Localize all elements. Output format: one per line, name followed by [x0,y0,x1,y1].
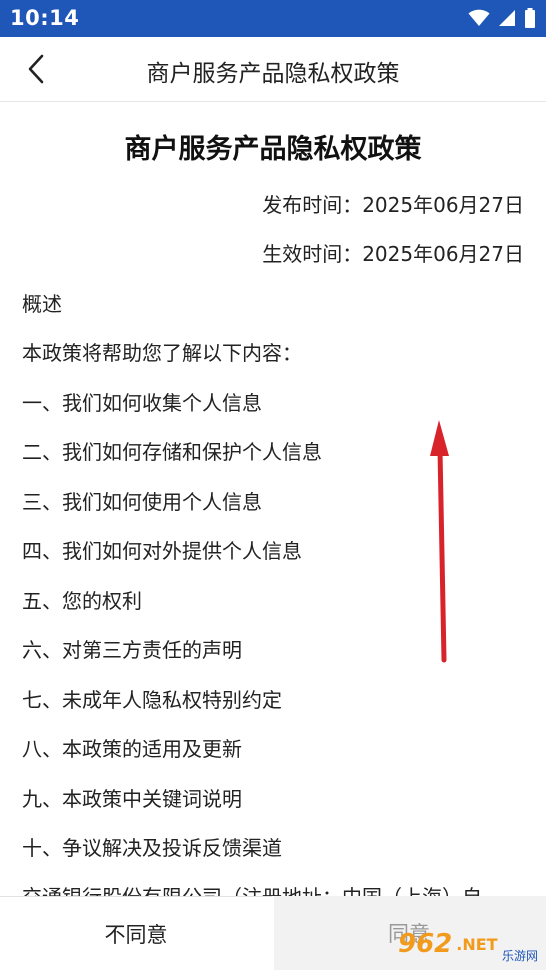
disagree-button[interactable]: 不同意 [0,896,272,971]
toolbar-title: 商户服务产品隐私权政策 [146,61,400,87]
watermark-cn: 乐游网 [501,949,538,963]
toc-item: 七、未成年人隐私权特别约定 [22,688,282,712]
toc-item: 三、我们如何使用个人信息 [22,490,262,514]
watermark-suffix: .NET [456,934,498,954]
status-time: 10:14 [10,6,80,30]
toc-item: 四、我们如何对外提供个人信息 [22,539,302,563]
toc-item: 六、对第三方责任的声明 [22,638,242,662]
toc-item: 十、争议解决及投诉反馈渠道 [22,836,282,860]
battery-icon [525,8,535,28]
toc-item: 二、我们如何存储和保护个人信息 [22,440,322,464]
toc-item: 五、您的权利 [22,589,142,613]
publish-date: 发布时间：2025年06月27日 [262,193,524,217]
signal-icon [499,10,515,26]
toc-item: 九、本政策中关键词说明 [22,787,242,811]
intro-line: 本政策将帮助您了解以下内容： [22,341,302,365]
toc-item: 一、我们如何收集个人信息 [22,391,262,415]
body-paragraph: 交通银行股份有限公司（注册地址：中国（上海）自 [22,881,482,896]
wifi-icon [468,9,490,26]
effective-date: 生效时间：2025年06月27日 [262,242,524,266]
overview-heading: 概述 [22,292,62,316]
document-title: 商户服务产品隐私权政策 [124,134,422,165]
toc-item: 八、本政策的适用及更新 [22,737,242,761]
watermark-number: 962 [398,929,453,959]
status-icons [468,8,536,28]
site-watermark: 962 .NET 乐游网 [398,926,538,963]
policy-content[interactable]: 商户服务产品隐私权政策 发布时间：2025年06月27日 生效时间：2025年0… [0,101,546,896]
status-bar: 10:14 [0,0,546,37]
app-toolbar: 商户服务产品隐私权政策 [0,37,546,102]
